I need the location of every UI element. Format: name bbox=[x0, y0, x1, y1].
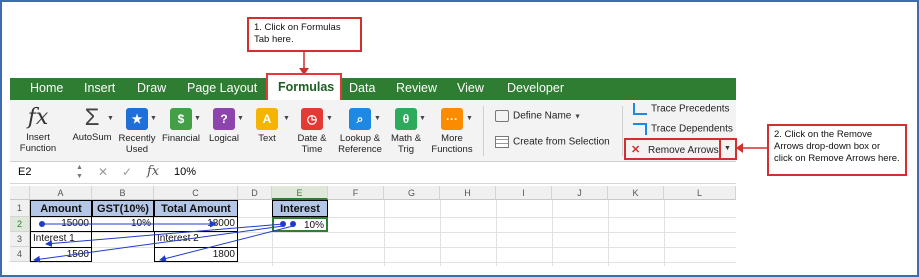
remove-arrows-chevron-down-icon[interactable]: ▼ bbox=[724, 145, 731, 152]
callout-step-2: 2. Click on the Remove Arrows drop-down … bbox=[767, 124, 907, 176]
tab-home[interactable]: Home bbox=[30, 81, 63, 95]
date-time-chevron-down-icon[interactable]: ▼ bbox=[326, 115, 333, 122]
dependent-arrows-e2 bbox=[33, 221, 296, 263]
create-from-selection-label: Create from Selection bbox=[513, 136, 610, 148]
more-icon: ··· bbox=[441, 108, 463, 130]
autosum-button[interactable]: Σ AutoSum bbox=[70, 106, 114, 144]
clock-icon: ◷ bbox=[301, 108, 323, 130]
trace-dependents-label: Trace Dependents bbox=[651, 123, 733, 135]
financial-icon: $ bbox=[170, 108, 192, 130]
date-time-label-1: Date & bbox=[297, 133, 327, 144]
lookup-reference-label-1: Lookup & bbox=[339, 133, 381, 144]
text-icon: A bbox=[256, 108, 278, 130]
callout-step-1-text: 1. Click on Formulas Tab here. bbox=[254, 22, 341, 45]
precedent-arrow-a2-c2 bbox=[39, 220, 217, 228]
more-functions-button[interactable]: ··· More Functions bbox=[428, 106, 476, 155]
define-name-chevron-down-icon: ▼ bbox=[574, 113, 582, 121]
text-label: Text bbox=[258, 133, 276, 144]
star-icon: ★ bbox=[126, 108, 148, 130]
spreadsheet-grid: A B C D E F G H I J K L 1 2 3 4 Amount G… bbox=[10, 186, 736, 266]
insert-function-label-1: Insert bbox=[26, 132, 50, 143]
math-trig-label-2: Trig bbox=[397, 144, 414, 155]
financial-chevron-down-icon[interactable]: ▼ bbox=[194, 115, 201, 122]
trace-precedents-button[interactable]: Trace Precedents bbox=[633, 103, 730, 115]
insert-function-button[interactable]: fx Insert Function bbox=[16, 105, 60, 155]
define-name-label: Define Name bbox=[513, 110, 572, 122]
date-time-label-2: Time bbox=[301, 144, 323, 155]
recently-used-label-1: Recently bbox=[118, 133, 156, 144]
ribbon-divider bbox=[483, 106, 484, 156]
recently-used-button[interactable]: ★ Recently Used bbox=[117, 106, 157, 155]
math-trig-chevron-down-icon[interactable]: ▼ bbox=[419, 115, 426, 122]
tab-draw[interactable]: Draw bbox=[137, 81, 166, 95]
formula-bar: E2 ▲ ▼ ✕ ✓ fx 10% bbox=[10, 162, 736, 184]
enter-check-icon[interactable]: ✓ bbox=[122, 165, 132, 179]
fx-icon: fx bbox=[27, 105, 49, 130]
tag-icon bbox=[495, 110, 509, 122]
cancel-icon[interactable]: ✕ bbox=[98, 165, 108, 179]
autosum-label: AutoSum bbox=[72, 132, 112, 143]
trace-precedents-icon bbox=[633, 103, 647, 115]
more-functions-chevron-down-icon[interactable]: ▼ bbox=[466, 115, 473, 122]
trace-dependents-icon bbox=[633, 123, 647, 135]
logical-chevron-down-icon[interactable]: ▼ bbox=[237, 115, 244, 122]
logical-label: Logical bbox=[208, 133, 240, 144]
callout-step-2-text: 2. Click on the Remove Arrows drop-down … bbox=[774, 129, 900, 164]
remove-arrows-label: Remove Arrows bbox=[648, 145, 719, 156]
tab-review[interactable]: Review bbox=[396, 81, 437, 95]
math-trig-button[interactable]: θ Math & Trig bbox=[386, 106, 426, 155]
question-icon: ? bbox=[213, 108, 235, 130]
tab-data[interactable]: Data bbox=[349, 81, 375, 95]
fx-formula-icon[interactable]: fx bbox=[147, 164, 159, 179]
more-functions-label-2: Functions bbox=[431, 144, 473, 155]
recently-used-chevron-down-icon[interactable]: ▼ bbox=[150, 115, 157, 122]
define-name-button[interactable]: Define Name ▼ bbox=[495, 110, 581, 122]
tab-insert[interactable]: Insert bbox=[84, 81, 115, 95]
math-trig-label-1: Math & bbox=[390, 133, 422, 144]
name-box-stepper-icon[interactable]: ▲ ▼ bbox=[76, 163, 83, 181]
remove-arrows-icon: ✕ bbox=[631, 144, 641, 156]
callout-2-arrow bbox=[736, 143, 767, 153]
lookup-reference-button[interactable]: ⌕ Lookup & Reference bbox=[335, 106, 385, 155]
tab-page-layout[interactable]: Page Layout bbox=[187, 81, 257, 95]
trace-precedents-label: Trace Precedents bbox=[651, 103, 730, 115]
tab-view[interactable]: View bbox=[457, 81, 484, 95]
tab-formulas[interactable]: Formulas bbox=[278, 80, 334, 94]
text-button[interactable]: A Text bbox=[250, 106, 284, 144]
financial-label: Financial bbox=[161, 133, 201, 144]
trace-dependents-button[interactable]: Trace Dependents bbox=[633, 123, 733, 135]
financial-button[interactable]: $ Financial bbox=[160, 106, 202, 144]
remove-arrows-button[interactable]: ✕ Remove Arrows bbox=[631, 143, 719, 156]
name-box[interactable]: E2 bbox=[18, 166, 31, 178]
autosum-chevron-down-icon[interactable]: ▼ bbox=[107, 115, 114, 122]
create-from-selection-button[interactable]: Create from Selection bbox=[495, 136, 610, 148]
text-chevron-down-icon[interactable]: ▼ bbox=[283, 115, 290, 122]
formula-input[interactable]: 10% bbox=[174, 166, 196, 178]
lookup-reference-label-2: Reference bbox=[338, 144, 382, 155]
date-time-button[interactable]: ◷ Date & Time bbox=[292, 106, 332, 155]
ribbon-divider-2 bbox=[622, 106, 623, 156]
recently-used-label-2: Used bbox=[125, 144, 149, 155]
lookup-reference-chevron-down-icon[interactable]: ▼ bbox=[374, 115, 381, 122]
table-grid-icon bbox=[495, 136, 509, 148]
more-functions-label-1: More bbox=[441, 133, 463, 144]
theta-icon: θ bbox=[395, 108, 417, 130]
lookup-icon: ⌕ bbox=[349, 108, 371, 130]
callout-step-1: 1. Click on Formulas Tab here. bbox=[247, 17, 362, 52]
tab-developer[interactable]: Developer bbox=[507, 81, 564, 95]
insert-function-label-2: Function bbox=[19, 143, 57, 154]
logical-button[interactable]: ? Logical bbox=[204, 106, 244, 144]
tracer-arrows-overlay bbox=[33, 220, 296, 263]
